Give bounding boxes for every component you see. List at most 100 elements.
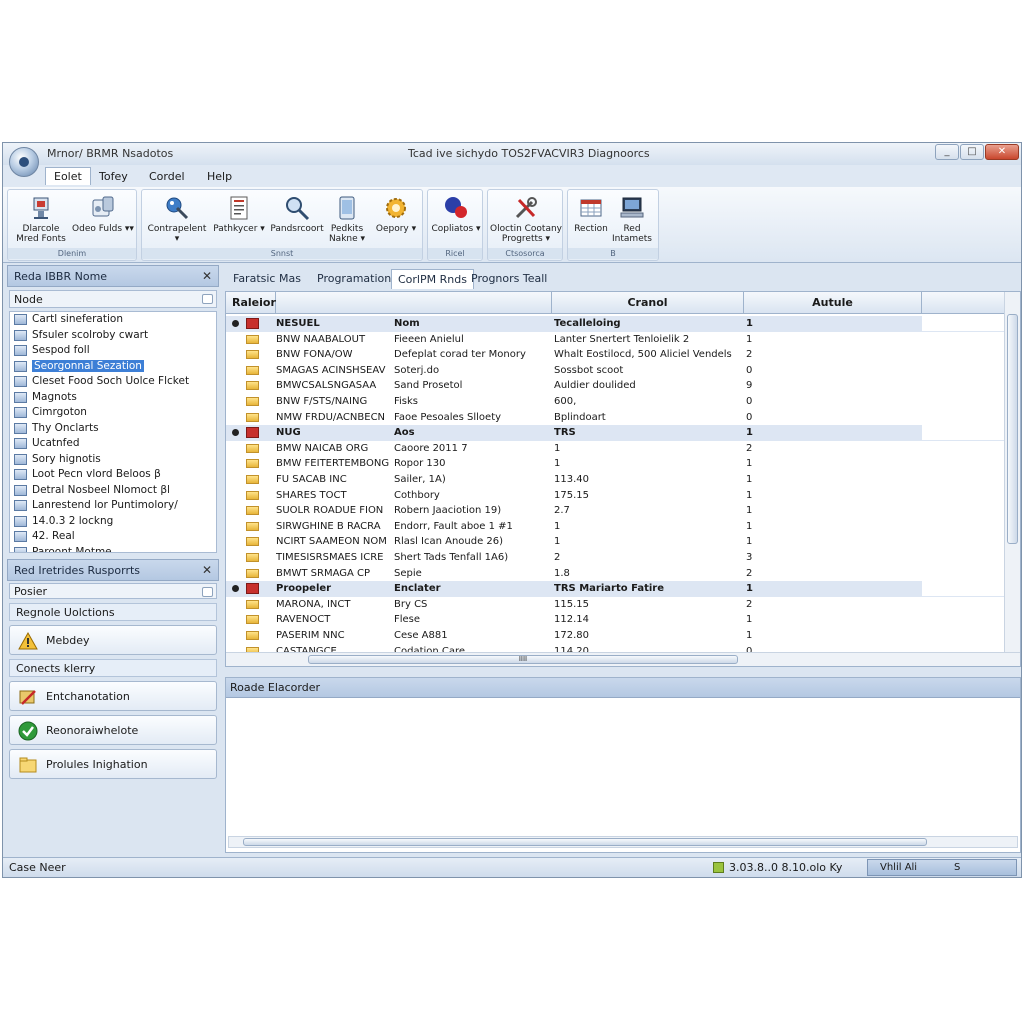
grid-vertical-scroll-thumb[interactable] — [1007, 314, 1018, 544]
node-module-icon — [14, 314, 27, 325]
table-row[interactable]: SMAGAS ACINSHSEAV Soterj.do Sossbot scoot 0 — [226, 363, 1006, 379]
close-button[interactable]: ✕ — [985, 144, 1019, 160]
table-row[interactable]: NMW FRDU/ACNBECN Faoe Pesoales Slloety Bpl… — [226, 410, 1006, 426]
column-header-autule[interactable]: Autule — [744, 292, 922, 314]
node-tree[interactable]: Cartl sineferation Sfsuler scolroby cwart… — [9, 311, 217, 553]
maximize-button[interactable]: □ — [960, 144, 984, 160]
grid-vertical-scrollbar[interactable] — [1004, 292, 1020, 652]
node-pane-header: Reda IBBR Nome ✕ — [7, 265, 219, 287]
cell-val: 1 — [746, 614, 753, 626]
tree-node[interactable]: 14.0.3 2 lockng — [10, 514, 216, 530]
column-header-raleior[interactable]: Raleior — [226, 292, 276, 314]
red-intamets-button[interactable]: Red Intamets — [604, 194, 660, 250]
cell-param: Fisks — [394, 396, 419, 407]
column-options-icon[interactable] — [202, 294, 213, 304]
tab-programations[interactable]: Programations — [311, 269, 403, 289]
recorder-horizontal-scrollbar[interactable] — [228, 836, 1018, 848]
tree-node[interactable]: Cartl sineferation — [10, 312, 216, 328]
odeo-fulds-button[interactable]: Odeo Fulds ▾▾ — [72, 194, 134, 250]
tree-node[interactable]: Detral Nosbeel Nlomoct βl — [10, 483, 216, 499]
column-header-cranol[interactable]: Cranol — [552, 292, 744, 314]
grid-group-row[interactable]: NESUEL Nom Tecalleloing 1 — [226, 316, 1006, 332]
table-row[interactable]: PASERIM NNC Cese A881 172.80 1 — [226, 628, 1006, 644]
app-menu-orb-icon[interactable] — [9, 147, 39, 177]
tab-faratsic-mas[interactable]: Faratsic Mas — [227, 269, 307, 289]
node-module-icon — [14, 329, 27, 341]
tree-node[interactable]: Ucatnfed — [10, 436, 216, 452]
minimize-button[interactable]: _ — [935, 144, 959, 160]
table-row[interactable]: BNW FONA/OW Defeplat corad ter Monory Whal… — [226, 347, 1006, 363]
copliatos-button[interactable]: Copliatos ▾ — [425, 194, 487, 250]
table-row[interactable]: RAVENOCT Flese 112.14 1 — [226, 612, 1006, 628]
recorder-scroll-thumb[interactable] — [243, 838, 927, 846]
table-row[interactable]: NCIRT SAAMEON NOM Rlasl Ican Anoude 26) 1 1 — [226, 534, 1006, 550]
table-row[interactable]: BMW FEITERTEMBONG Ropor 130 1 1 — [226, 456, 1006, 472]
folder-icon — [246, 475, 259, 484]
column-header-blank[interactable] — [276, 292, 552, 314]
expand-collapse-icon[interactable] — [232, 320, 239, 327]
folder-icon — [246, 443, 259, 453]
reports-subheader[interactable]: Posier — [9, 583, 217, 599]
menu-tofey[interactable]: Tofey — [91, 168, 136, 185]
tree-node[interactable]: Sory hignotis — [10, 452, 216, 468]
close-pane-icon[interactable]: ✕ — [202, 563, 212, 577]
tree-node[interactable]: Sespod foll — [10, 343, 216, 359]
tree-node-label: Thy Onclarts — [32, 421, 99, 434]
pandsrcoort-button[interactable]: Pandsrcoort — [266, 194, 328, 250]
tree-node[interactable]: Paroont Motme — [10, 545, 216, 552]
cell-param: Defeplat corad ter Monory — [394, 349, 526, 361]
report-action-button[interactable]: Mebdey — [9, 625, 217, 655]
table-row[interactable]: BMW NAICAB ORG Caoore 2011 7 1 2 — [226, 441, 1006, 457]
table-row[interactable]: MARONA, INCT Bry CS 115.15 2 — [226, 597, 1006, 613]
table-row[interactable]: BNW F/STS/NAING Fisks 600, 0 — [226, 394, 1006, 410]
diagnostic-device-icon — [92, 196, 114, 217]
table-row[interactable]: SIRWGHINE B RACRA Endorr, Fault aboe 1 #1… — [226, 519, 1006, 535]
report-action-button[interactable]: Entchanotation — [9, 681, 217, 711]
pathkycer-button[interactable]: Pathkycer ▾ — [208, 194, 270, 250]
contrapelent-button[interactable]: Contrapelent ▾ — [146, 194, 208, 250]
report-action-button[interactable]: Reonoraiwhelote — [9, 715, 217, 745]
grid-group-row[interactable]: NUG Aos TRS 1 — [226, 425, 1006, 441]
table-row[interactable]: BMWT SRMAGA CP Sepie 1.8 2 — [226, 566, 1006, 582]
table-row[interactable]: SUOLR ROADUE FION Robern Jaaciotion 19) 2.… — [226, 503, 1006, 519]
table-row[interactable]: BNW NAABALOUT Fieeen Anielul Lanter Snerte… — [226, 332, 1006, 348]
menu-cordel[interactable]: Cordel — [141, 168, 193, 185]
pedkits-button[interactable]: Pedkits Nakne ▾ — [322, 194, 372, 250]
expand-collapse-icon[interactable] — [232, 429, 239, 437]
report-action-button[interactable]: Prolules Inighation — [9, 749, 217, 779]
tree-node[interactable]: Seorgonnal Sezation — [10, 359, 216, 375]
tab-prognors-teall[interactable]: Prognors Teall — [465, 269, 553, 289]
window-subtitle: Tcad ive sichydo TOS2FVACVIR3 Diagnoorcs — [408, 147, 650, 160]
grid-horizontal-scrollbar[interactable]: IIII — [226, 652, 1020, 666]
cell-name: BMWCSALSNGASAA — [276, 380, 377, 392]
tree-node[interactable]: Lanrestend lor Puntimolory/ — [10, 498, 216, 514]
folder-icon — [246, 631, 259, 640]
cell-name: BMW NAICAB ORG — [276, 442, 369, 454]
tree-node[interactable]: Thy Onclarts — [10, 421, 216, 437]
oepory-button[interactable]: Oepory ▾ — [370, 194, 422, 250]
tree-node[interactable]: Cimrgoton — [10, 405, 216, 421]
grid-group-row[interactable]: Proopeler Enclater TRS Mariarto Fatire 1 — [226, 581, 1006, 597]
column-options-icon[interactable] — [202, 587, 213, 597]
menu-eolet[interactable]: Eolet — [45, 167, 91, 185]
table-row[interactable]: FU SACAB INC Sailer, 1A) 113.40 1 — [226, 472, 1006, 488]
menu-help[interactable]: Help — [199, 168, 240, 185]
folder-icon — [246, 521, 259, 531]
node-column-header[interactable]: Node — [9, 290, 217, 308]
tree-node[interactable]: 42. Real — [10, 529, 216, 545]
grid-horizontal-scroll-thumb[interactable]: IIII — [308, 655, 738, 664]
table-row[interactable]: SHARES TOCT Cothbory 175.15 1 — [226, 488, 1006, 504]
tree-node[interactable]: Cleset Food Soch Uolce Flcket — [10, 374, 216, 390]
tree-node[interactable]: Loot Pecn vlord Beloos β — [10, 467, 216, 483]
cell-detail: TRS — [554, 427, 576, 439]
table-row[interactable]: BMWCSALSNGASAA Sand Prosetol Auldier douli… — [226, 378, 1006, 394]
close-pane-icon[interactable]: ✕ — [202, 269, 212, 283]
tree-node[interactable]: Magnots — [10, 390, 216, 406]
tab-corlpm-rnds[interactable]: CorlPM Rnds — [391, 269, 474, 289]
dlarcole-button[interactable]: Dlarcole Mred Fonts — [10, 194, 72, 250]
tree-node[interactable]: Sfsuler scolroby cwart — [10, 328, 216, 344]
tree-node-label: Lanrestend lor Puntimolory/ — [32, 499, 178, 511]
table-row[interactable]: TIMESISRSMAES ICRE Shert Tads Tenfall 1A6… — [226, 550, 1006, 566]
oloctin-cootany-button[interactable]: Oloctin Cootany Progretts ▾ — [490, 194, 562, 250]
expand-collapse-icon[interactable] — [232, 585, 239, 593]
